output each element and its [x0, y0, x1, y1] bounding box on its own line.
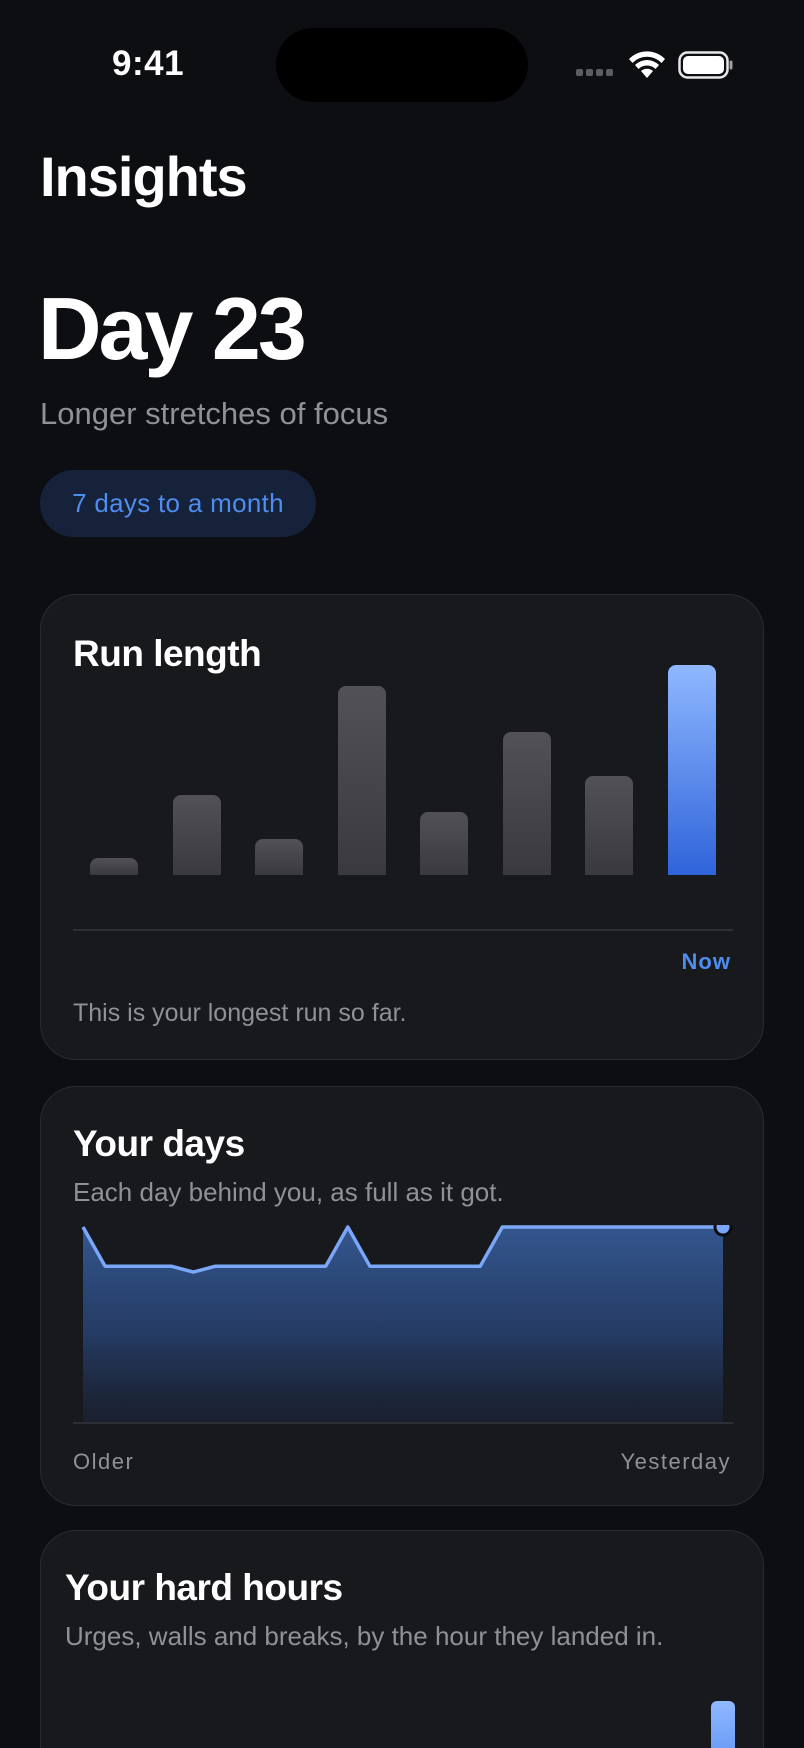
day-subtitle: Longer stretches of focus	[40, 396, 389, 431]
run-length-title: Run length	[73, 633, 262, 674]
milestone-pill[interactable]: 7 days to a month	[40, 470, 316, 537]
hard-hours-bar	[711, 1701, 735, 1748]
hard-hours-subtitle: Urges, walls and breaks, by the hour the…	[65, 1621, 664, 1651]
dynamic-island	[276, 28, 528, 102]
now-label: Now	[681, 949, 731, 974]
your-days-subtitle: Each day behind you, as full as it got.	[73, 1177, 504, 1207]
yesterday-label: Yesterday	[620, 1449, 731, 1474]
older-label: Older	[73, 1449, 135, 1474]
your-days-area	[83, 1227, 723, 1423]
run-bar	[337, 686, 386, 875]
run-bar	[172, 795, 221, 875]
your-days-chart	[73, 1225, 733, 1424]
day-counter: Day 23	[38, 279, 307, 378]
your-days-card[interactable]: Your days Each day behind you, as full a…	[40, 1086, 764, 1506]
hard-hours-title: Your hard hours	[65, 1567, 343, 1608]
run-length-chart	[73, 665, 733, 875]
status-bar: 9:41	[0, 0, 804, 120]
your-days-end-marker	[713, 1225, 733, 1237]
wifi-icon	[629, 51, 665, 78]
run-bar	[502, 732, 551, 875]
run-bar	[255, 839, 304, 875]
status-time: 9:41	[112, 44, 185, 83]
page-title: Insights	[40, 145, 248, 208]
run-length-card[interactable]: Run length Now This is your longest run …	[40, 594, 764, 1060]
your-days-title: Your days	[73, 1123, 245, 1164]
run-length-note: This is your longest run so far.	[73, 999, 407, 1027]
run-bar	[90, 858, 139, 875]
run-bar-current	[667, 665, 716, 875]
run-bar	[420, 812, 469, 875]
battery-icon	[678, 51, 733, 79]
cellular-signal-icon	[576, 69, 616, 79]
hard-hours-card[interactable]: Your hard hours Urges, walls and breaks,…	[40, 1530, 764, 1748]
run-length-baseline	[73, 929, 733, 931]
run-bar	[585, 776, 634, 875]
